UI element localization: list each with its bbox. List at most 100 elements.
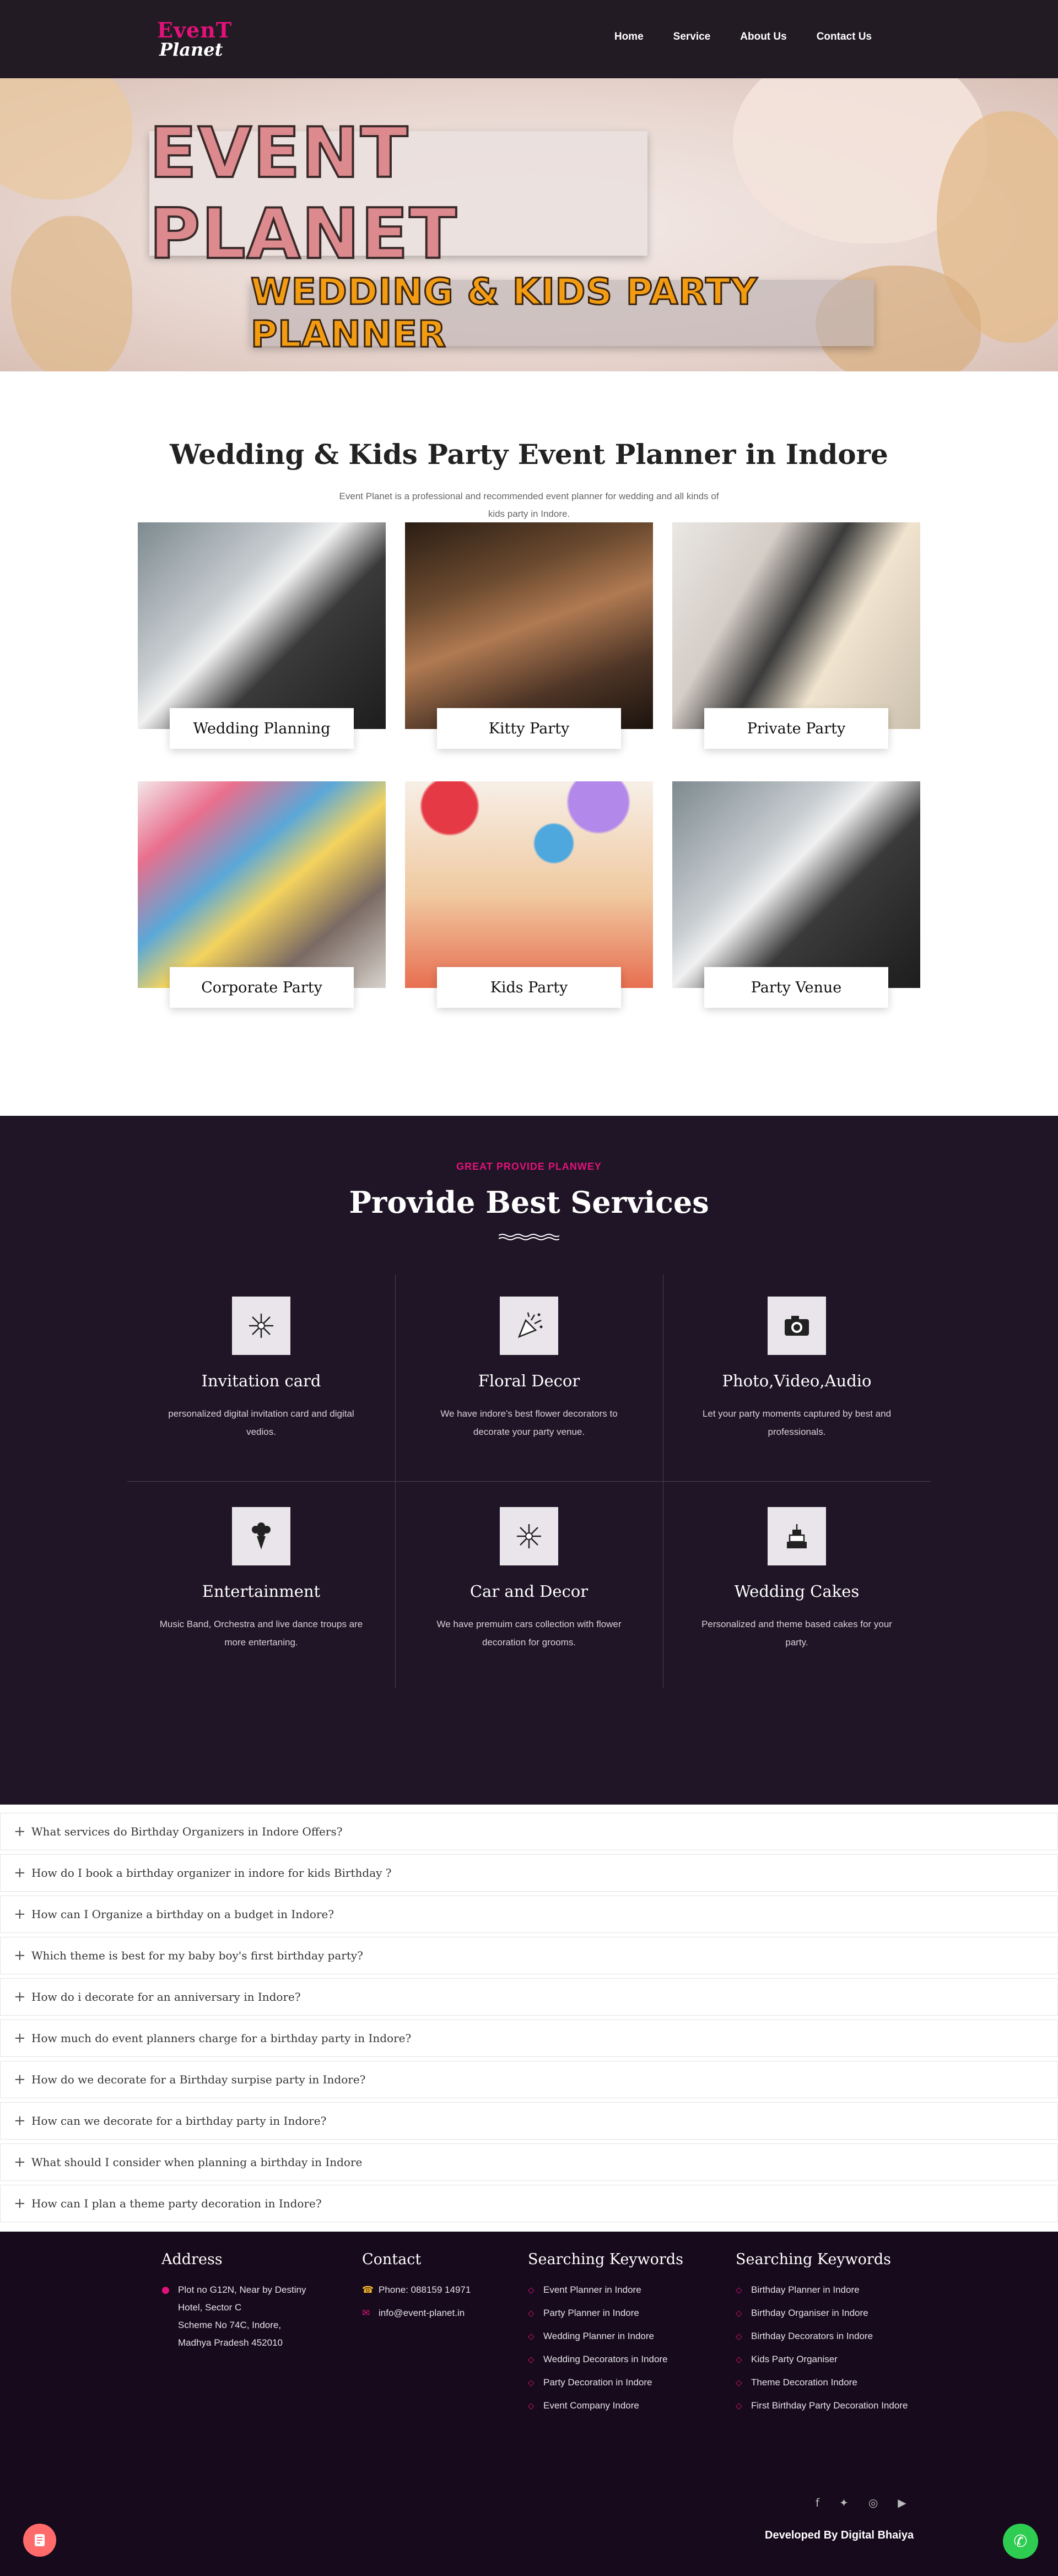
tag-icon: ◇ bbox=[736, 2331, 742, 2341]
keyword-link[interactable]: ◇ Birthday Organiser in Indore bbox=[736, 2304, 917, 2322]
faq-item[interactable]: + How can I Organize a birthday on a budg… bbox=[0, 1895, 1058, 1933]
hero-subtitle-box: WEDDING & KIDS PARTY PLANNER bbox=[250, 270, 874, 357]
footer-address-column: Address ● Plot no G12N, Near by Destiny … bbox=[161, 2251, 332, 2352]
twitter-icon[interactable]: ✦ bbox=[839, 2496, 849, 2509]
keyword-link[interactable]: ◇ Birthday Planner in Indore bbox=[736, 2281, 917, 2299]
faq-item[interactable]: + How can we decorate for a birthday part… bbox=[0, 2102, 1058, 2140]
keyword-link[interactable]: ◇ Party Planner in Indore bbox=[528, 2304, 715, 2322]
fireworks-icon bbox=[500, 1507, 558, 1565]
phone-icon: ☎ bbox=[362, 2285, 374, 2296]
plus-icon: + bbox=[14, 1823, 26, 1840]
logo-line-event: EvenT bbox=[157, 18, 233, 42]
tag-icon: ◇ bbox=[528, 2401, 535, 2411]
kids-party-photo bbox=[405, 781, 653, 988]
faq-item[interactable]: + How do i decorate for an anniversary in… bbox=[0, 1978, 1058, 2016]
keyword-link[interactable]: ◇ Event Planner in Indore bbox=[528, 2281, 715, 2299]
keyword-link[interactable]: ◇ Event Company Indore bbox=[528, 2397, 715, 2415]
gallery-card-label: Kids Party bbox=[437, 967, 621, 1008]
envelope-icon: ✉ bbox=[362, 2308, 370, 2319]
address-line: Scheme No 74C, Indore, bbox=[178, 2320, 282, 2330]
faq-item[interactable]: + What services do Birthday Organizers in… bbox=[0, 1813, 1058, 1850]
gallery-card-label: Corporate Party bbox=[170, 967, 354, 1008]
service-car-and-decor: Car and Decor We have premuim cars colle… bbox=[395, 1507, 663, 1651]
service-description: Let your party moments captured by best … bbox=[702, 1408, 892, 1437]
address-row: ● Plot no G12N, Near by Destiny Hotel, S… bbox=[161, 2281, 332, 2352]
menu-item-contact-us[interactable]: Contact Us bbox=[817, 31, 872, 43]
contact-phone-row[interactable]: ☎ Phone: 088159 14971 bbox=[362, 2281, 505, 2299]
keyword-link[interactable]: ◇ Wedding Decorators in Indore bbox=[528, 2351, 715, 2368]
facebook-icon[interactable]: f bbox=[816, 2496, 819, 2509]
service-description: personalized digital invitation card and… bbox=[168, 1408, 354, 1437]
social-links: f ✦ ◎ ▶ bbox=[816, 2496, 906, 2509]
services-kicker: GREAT PROVIDE PLANWEY bbox=[456, 1161, 602, 1172]
keyword-label: Party Decoration in Indore bbox=[543, 2377, 652, 2388]
plus-icon: + bbox=[14, 1947, 26, 1964]
faq-question: How can we decorate for a birthday party… bbox=[31, 2114, 327, 2127]
bouquet-icon bbox=[232, 1507, 290, 1565]
faq-item[interactable]: + Which theme is best for my baby boy's f… bbox=[0, 1937, 1058, 1974]
hero-banner: EVENT PLANET WEDDING & KIDS PARTY PLANNE… bbox=[0, 78, 1058, 371]
keyword-link[interactable]: ◇ Wedding Planner in Indore bbox=[528, 2327, 715, 2345]
instagram-icon[interactable]: ◎ bbox=[868, 2496, 878, 2509]
gallery-card-kids-party[interactable]: Kids Party bbox=[405, 781, 653, 1008]
site-logo[interactable]: EvenT Planet bbox=[157, 18, 233, 59]
footer-keywords-title: Searching Keywords bbox=[528, 2251, 683, 2268]
footer-keywords-title: Searching Keywords bbox=[736, 2251, 891, 2268]
keyword-link[interactable]: ◇ Kids Party Organiser bbox=[736, 2351, 917, 2368]
youtube-icon[interactable]: ▶ bbox=[898, 2496, 906, 2509]
menu-item-home[interactable]: Home bbox=[614, 31, 644, 43]
faq-item[interactable]: + How do we decorate for a Birthday surpi… bbox=[0, 2061, 1058, 2098]
address-line: Hotel, Sector C bbox=[178, 2302, 242, 2313]
gallery-card-wedding-planning[interactable]: Wedding Planning bbox=[138, 522, 386, 749]
keyword-link[interactable]: ◇ Party Decoration in Indore bbox=[528, 2374, 715, 2391]
menu-item-service[interactable]: Service bbox=[673, 31, 711, 43]
service-description: Personalized and theme based cakes for y… bbox=[701, 1619, 892, 1648]
faq-item[interactable]: + What should I consider when planning a … bbox=[0, 2143, 1058, 2181]
service-entertainment: Entertainment Music Band, Orchestra and … bbox=[127, 1507, 395, 1651]
whatsapp-chat-icon[interactable]: ✆ bbox=[1003, 2524, 1038, 2559]
gallery-card-party-venue[interactable]: Party Venue bbox=[672, 781, 920, 1008]
faq-item[interactable]: + How can I plan a theme party decoration… bbox=[0, 2185, 1058, 2222]
contact-email-row[interactable]: ✉ info@event-planet.in bbox=[362, 2304, 505, 2322]
faq-item[interactable]: + How do I book a birthday organizer in i… bbox=[0, 1854, 1058, 1892]
tag-icon: ◇ bbox=[736, 2378, 742, 2388]
plus-icon: + bbox=[14, 2030, 26, 2046]
hero-title: EVENT PLANET bbox=[148, 111, 458, 276]
hero-subtitle: WEDDING & KIDS PARTY PLANNER bbox=[250, 270, 758, 357]
faq-question: Which theme is best for my baby boy's fi… bbox=[31, 1949, 363, 1962]
wedding-couple-photo bbox=[138, 522, 386, 729]
services-title: Provide Best Services bbox=[349, 1185, 709, 1220]
service-wedding-cakes: Wedding Cakes Personalized and theme bas… bbox=[663, 1507, 931, 1651]
tag-icon: ◇ bbox=[736, 2354, 742, 2364]
menu-item-about-us[interactable]: About Us bbox=[740, 31, 786, 43]
tag-icon: ◇ bbox=[528, 2378, 535, 2388]
footer-keywords-column-1: Searching Keywords ◇ Event Planner in Ind… bbox=[528, 2251, 715, 2420]
service-description: Music Band, Orchestra and live dance tro… bbox=[159, 1619, 363, 1648]
footer-keywords-column-2: Searching Keywords ◇ Birthday Planner in … bbox=[736, 2251, 917, 2420]
service-floral-decor: Floral Decor We have indore's best flowe… bbox=[395, 1297, 663, 1441]
gallery-card-label: Private Party bbox=[704, 708, 888, 749]
faq-question: How do i decorate for an anniversary in … bbox=[31, 1990, 301, 2003]
keyword-link[interactable]: ◇ Birthday Decorators in Indore bbox=[736, 2327, 917, 2345]
keyword-link[interactable]: ◇ Theme Decoration Indore bbox=[736, 2374, 917, 2391]
keyword-link[interactable]: ◇ First Birthday Party Decoration Indore bbox=[736, 2397, 917, 2415]
gallery-card-label: Kitty Party bbox=[437, 708, 621, 749]
gallery-card-kitty-party[interactable]: Kitty Party bbox=[405, 522, 653, 749]
faq-question: What should I consider when planning a b… bbox=[31, 2156, 363, 2169]
paper-flower-decoration bbox=[11, 216, 132, 371]
app-badge-icon[interactable] bbox=[23, 2524, 56, 2557]
gallery-card-corporate-party[interactable]: Corporate Party bbox=[138, 781, 386, 1008]
faq-item[interactable]: + How much do event planners charge for a… bbox=[0, 2019, 1058, 2057]
faq-question: How can I plan a theme party decoration … bbox=[31, 2197, 322, 2210]
plus-icon: + bbox=[14, 1865, 26, 1881]
intro-title: Wedding & Kids Party Event Planner in In… bbox=[170, 438, 888, 471]
developer-credit[interactable]: Developed By Digital Bhaiya bbox=[765, 2529, 914, 2542]
faq-question: What services do Birthday Organizers in … bbox=[31, 1825, 343, 1838]
service-photo-video-audio: Photo,Video,Audio Let your party moments… bbox=[663, 1297, 931, 1441]
gallery-card-private-party[interactable]: Private Party bbox=[672, 522, 920, 749]
service-name: Photo,Video,Audio bbox=[722, 1371, 872, 1390]
hero-title-box: EVENT PLANET bbox=[148, 111, 647, 276]
service-description: We have indore's best flower decorators … bbox=[440, 1408, 618, 1437]
plus-icon: + bbox=[14, 2195, 26, 2212]
keyword-label: Event Company Indore bbox=[543, 2400, 639, 2411]
